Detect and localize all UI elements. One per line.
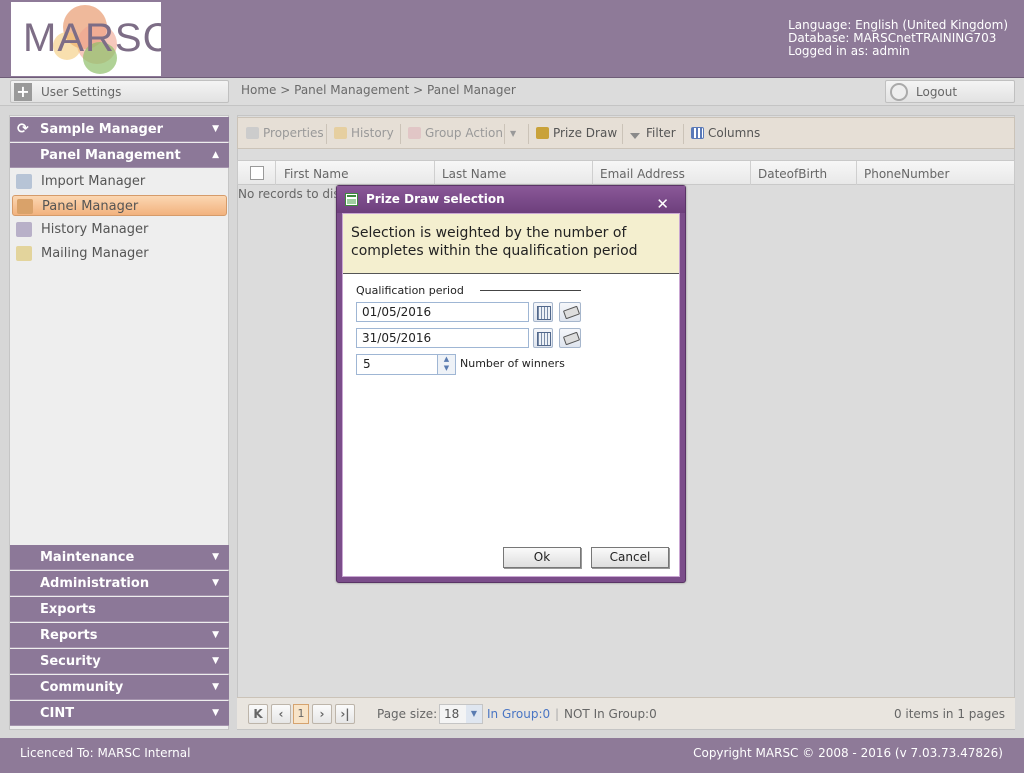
nav-sample-manager[interactable]: ⟳ Sample Manager ▼	[10, 117, 229, 142]
number-of-winners-label: Number of winners	[460, 357, 565, 370]
prize-draw-dialog: Prize Draw selection ✕ Selection is weig…	[336, 185, 686, 583]
grid-toolbar: Properties History Group Action ▼ Prize …	[237, 117, 1015, 149]
refresh-icon: ⟳	[17, 121, 29, 137]
winners-stepper[interactable]: ▲ ▼	[437, 355, 455, 374]
nav-administration[interactable]: Administration ▼	[10, 571, 229, 596]
nav-reports[interactable]: Reports ▼	[10, 623, 229, 648]
column-last-name[interactable]: Last Name	[442, 167, 506, 181]
history-button[interactable]: History	[334, 126, 394, 140]
properties-icon	[246, 127, 259, 139]
column-phone-number[interactable]: PhoneNumber	[864, 167, 949, 181]
logged-in-text: Logged in as: admin	[788, 44, 910, 58]
date-to-input[interactable]: 31/05/2016	[356, 328, 529, 348]
nav-cint[interactable]: CINT ▼	[10, 701, 229, 726]
chevron-down-icon: ▼	[212, 124, 219, 134]
plus-icon: +	[14, 83, 32, 101]
grid-header: First Name Last Name Email Address Dateo…	[237, 160, 1015, 185]
properties-button[interactable]: Properties	[246, 126, 324, 140]
in-group-link[interactable]: In Group:0	[487, 707, 550, 721]
nav-security[interactable]: Security ▼	[10, 649, 229, 674]
last-page-button[interactable]: ›|	[335, 704, 355, 724]
next-page-button[interactable]: ›	[312, 704, 332, 724]
page-size-label: Page size:	[377, 707, 438, 721]
app-header: MARSC Language: English (United Kingdom)…	[0, 0, 1024, 78]
group-action-button[interactable]: Group Action	[408, 126, 503, 140]
column-date-of-birth[interactable]: DateofBirth	[758, 167, 827, 181]
nav-community[interactable]: Community ▼	[10, 675, 229, 700]
logout-button[interactable]: Logout	[885, 80, 1015, 103]
cancel-button[interactable]: Cancel	[591, 547, 669, 568]
column-first-name[interactable]: First Name	[284, 167, 348, 181]
ok-button[interactable]: Ok	[503, 547, 581, 568]
breadcrumb: Home > Panel Management > Panel Manager	[241, 83, 516, 97]
prev-page-button[interactable]: ‹	[271, 704, 291, 724]
chevron-down-icon: ▼	[212, 552, 219, 562]
columns-icon	[691, 127, 704, 139]
page-size-select[interactable]: 18 ▼	[439, 704, 483, 724]
sidebar: ⟳ Sample Manager ▼ Panel Management ▲ Impo…	[9, 115, 229, 730]
chevron-up-icon: ▲	[212, 150, 219, 160]
grid-pager: K ‹ 1 › ›| Page size: 18 ▼ In Group:0 | N…	[237, 697, 1015, 729]
qualification-period-label: Qualification period	[356, 284, 464, 297]
chevron-down-icon: ▼	[212, 578, 219, 588]
eraser-icon[interactable]	[559, 302, 581, 322]
calendar-icon[interactable]	[533, 302, 553, 322]
history-icon	[16, 222, 32, 237]
date-from-input[interactable]: 01/05/2016	[356, 302, 529, 322]
group-action-dropdown-icon[interactable]: ▼	[510, 129, 516, 138]
select-all-checkbox[interactable]	[250, 166, 264, 180]
dialog-title: Prize Draw selection	[366, 192, 505, 206]
prize-draw-button[interactable]: Prize Draw	[536, 126, 617, 140]
chevron-down-icon: ▼	[212, 630, 219, 640]
session-info: Language: English (United Kingdom) Datab…	[788, 19, 1008, 58]
chevron-down-icon: ▼	[212, 708, 219, 718]
copyright-text: Copyright MARSC © 2008 - 2016 (v 7.03.73…	[693, 746, 1003, 760]
column-email-address[interactable]: Email Address	[600, 167, 685, 181]
sidebar-item-history-manager[interactable]: History Manager	[12, 219, 227, 240]
trophy-icon	[536, 127, 549, 139]
sidebar-item-import-manager[interactable]: Import Manager	[12, 171, 227, 192]
nav-exports[interactable]: Exports	[10, 597, 229, 622]
chevron-down-icon: ▼	[466, 705, 482, 723]
calendar-icon[interactable]	[533, 328, 553, 348]
items-info: 0 items in 1 pages	[893, 707, 1005, 721]
empty-grid-message: No records to display.	[238, 187, 336, 201]
columns-button[interactable]: Columns	[691, 126, 760, 140]
licence-text: Licenced To: MARSC Internal	[20, 746, 191, 760]
nav-maintenance[interactable]: Maintenance ▼	[10, 545, 229, 570]
eraser-icon[interactable]	[559, 328, 581, 348]
first-page-button[interactable]: K	[248, 704, 268, 724]
nav-panel-management[interactable]: Panel Management ▲	[10, 143, 229, 168]
mailing-icon	[16, 246, 32, 261]
group-icon	[408, 127, 421, 139]
spin-down-icon[interactable]: ▼	[438, 364, 455, 373]
not-in-group-text: NOT In Group:0	[564, 707, 657, 721]
sidebar-item-mailing-manager[interactable]: Mailing Manager	[12, 243, 227, 264]
chevron-down-icon: ▼	[212, 656, 219, 666]
marsc-logo: MARSC	[11, 2, 161, 76]
divider	[480, 290, 581, 291]
panel-icon	[17, 199, 33, 214]
user-settings-button[interactable]: + User Settings	[10, 80, 229, 103]
filter-button[interactable]: Filter	[630, 126, 676, 140]
dialog-titlebar[interactable]: Prize Draw selection ✕	[337, 186, 685, 213]
dialog-body: Selection is weighted by the number of c…	[342, 213, 680, 577]
filter-icon	[630, 133, 640, 139]
flag-icon	[334, 127, 347, 139]
spin-up-icon[interactable]: ▲	[438, 355, 455, 364]
power-icon	[890, 83, 908, 101]
app-footer: Licenced To: MARSC Internal Copyright MA…	[0, 738, 1024, 773]
chevron-down-icon: ▼	[212, 682, 219, 692]
sidebar-item-panel-manager[interactable]: Panel Manager	[12, 195, 227, 216]
window-icon	[345, 193, 358, 206]
dialog-message: Selection is weighted by the number of c…	[343, 214, 679, 274]
import-icon	[16, 174, 32, 189]
page-number[interactable]: 1	[293, 704, 309, 724]
